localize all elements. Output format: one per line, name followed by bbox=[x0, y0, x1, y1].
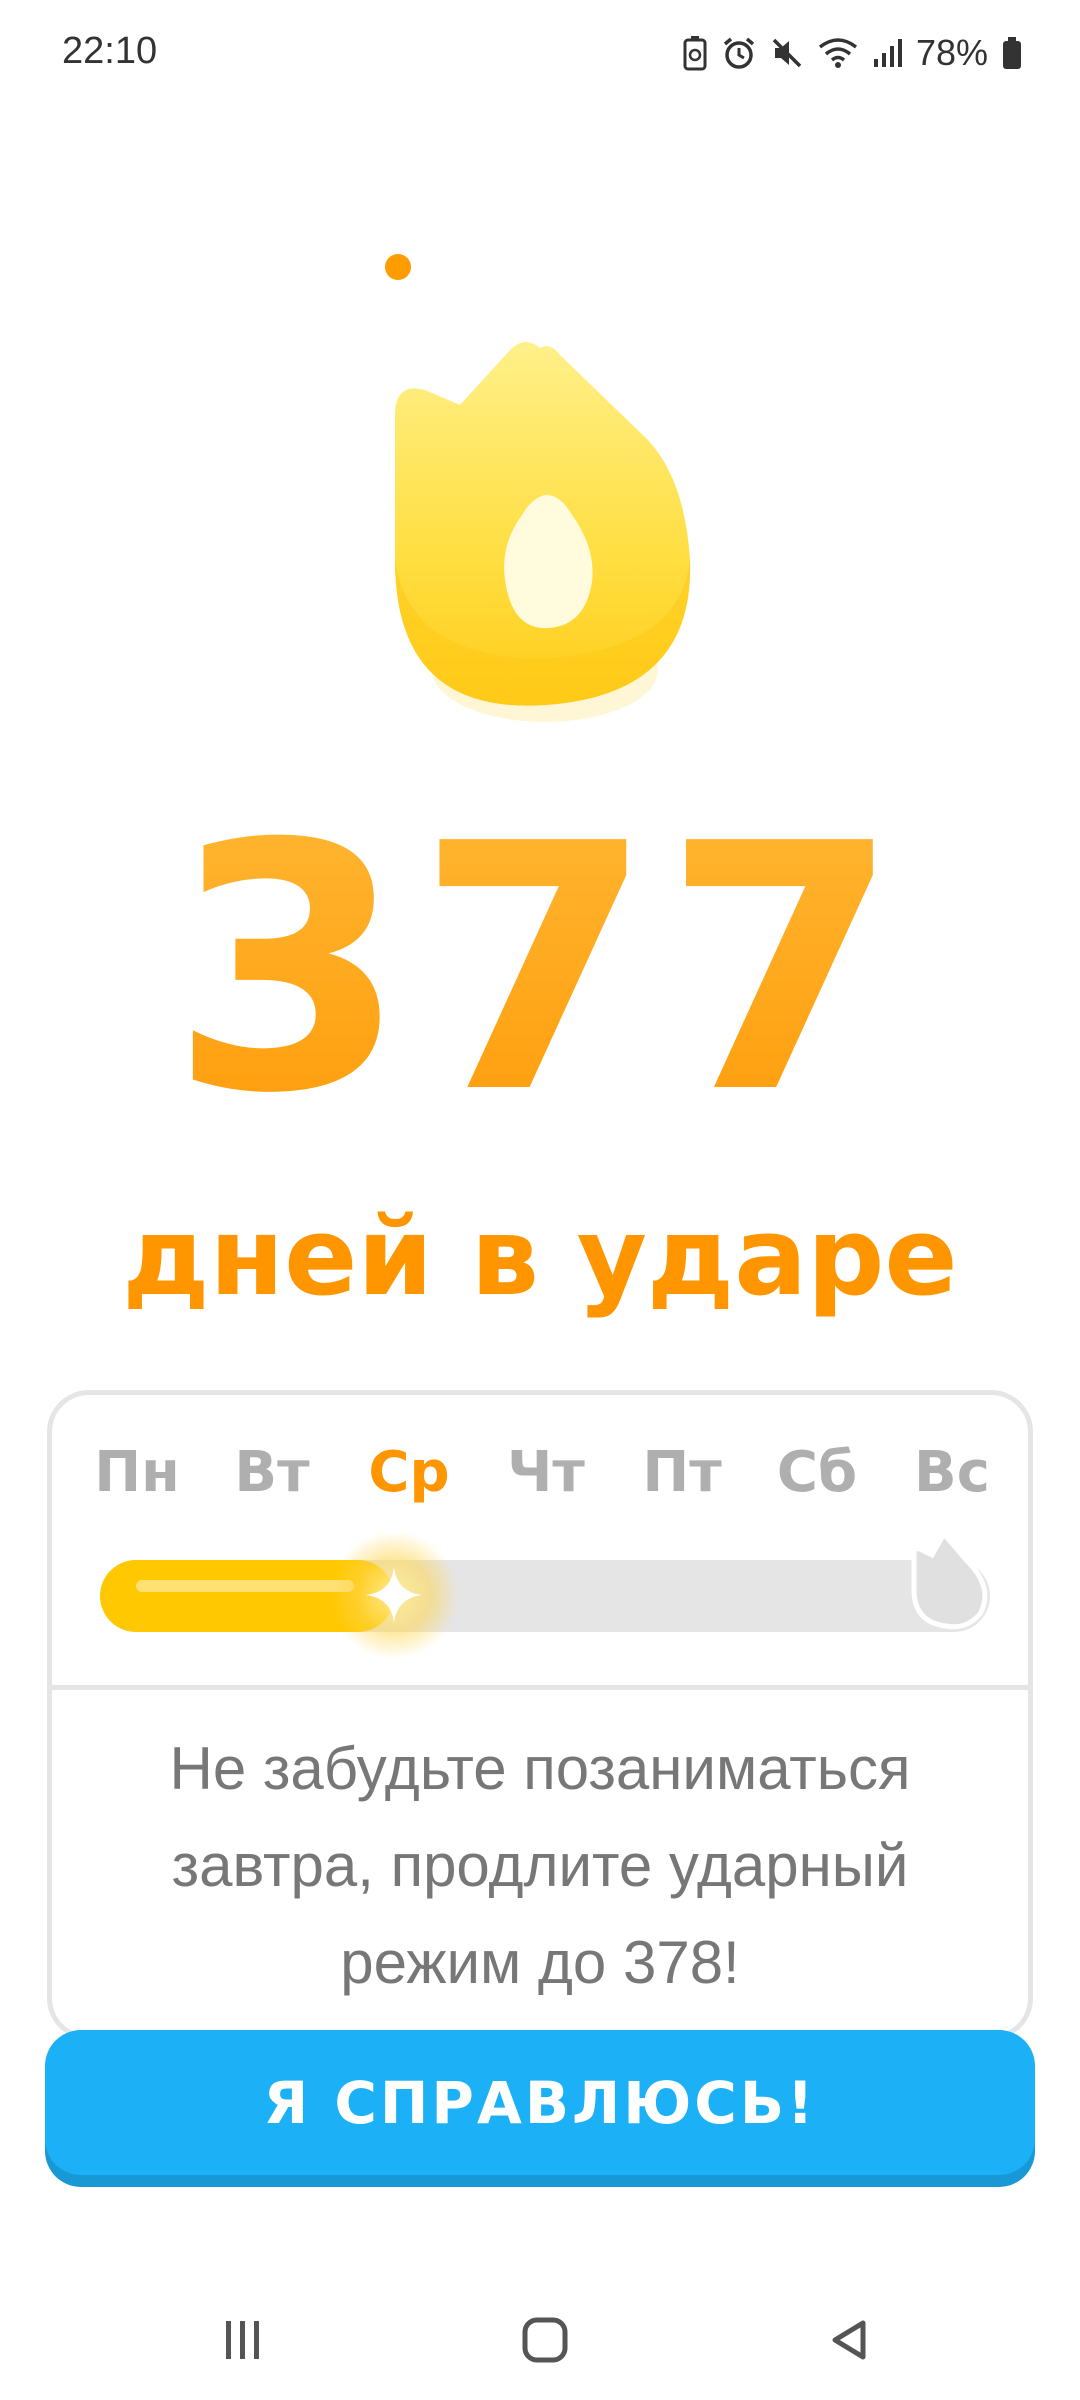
streak-label: дней в ударе bbox=[122, 1195, 958, 1320]
status-time: 22:10 bbox=[62, 30, 158, 72]
battery-saver-icon bbox=[682, 35, 708, 71]
wifi-icon bbox=[818, 37, 858, 69]
continue-button[interactable]: Я СПРАВЛЮСЬ! bbox=[45, 2030, 1035, 2175]
battery-percent: 78% bbox=[915, 32, 988, 73]
system-nav-bar bbox=[0, 2280, 1080, 2400]
alarm-icon bbox=[722, 36, 756, 70]
signal-icon bbox=[872, 37, 902, 69]
day-label-active: Ср bbox=[368, 1440, 450, 1505]
card-divider bbox=[52, 1685, 1028, 1690]
week-progress-bar bbox=[100, 1529, 990, 1660]
sparkle-icon bbox=[328, 1530, 459, 1660]
day-label: Вт bbox=[234, 1440, 310, 1505]
progress-shine bbox=[136, 1580, 354, 1592]
day-label: Пн bbox=[94, 1440, 180, 1505]
streak-reminder-text: Не забудьте позаниматься завтра, продлит… bbox=[169, 1735, 911, 1996]
streak-flame-icon bbox=[360, 230, 720, 750]
day-label: Чт bbox=[507, 1440, 585, 1505]
recents-icon[interactable] bbox=[203, 2300, 283, 2380]
home-icon[interactable] bbox=[505, 2300, 585, 2380]
status-bar: 22:10 78% bbox=[0, 0, 1080, 110]
goal-flame-icon bbox=[906, 1529, 998, 1635]
day-label: Вс bbox=[914, 1440, 990, 1505]
status-icons: 78% bbox=[682, 30, 1022, 76]
day-label: Сб bbox=[776, 1440, 858, 1505]
week-days: Пн Вт Ср Чт Пт Сб Вс bbox=[52, 1440, 1028, 1520]
mute-icon bbox=[770, 36, 804, 70]
back-icon[interactable] bbox=[810, 2300, 890, 2380]
day-label: Пт bbox=[642, 1440, 722, 1505]
battery-icon bbox=[1002, 36, 1022, 70]
week-card: Пн Вт Ср Чт Пт Сб Вс Не забудьте позаним… bbox=[47, 1390, 1033, 2040]
streak-count: 377 bbox=[0, 790, 1080, 1150]
